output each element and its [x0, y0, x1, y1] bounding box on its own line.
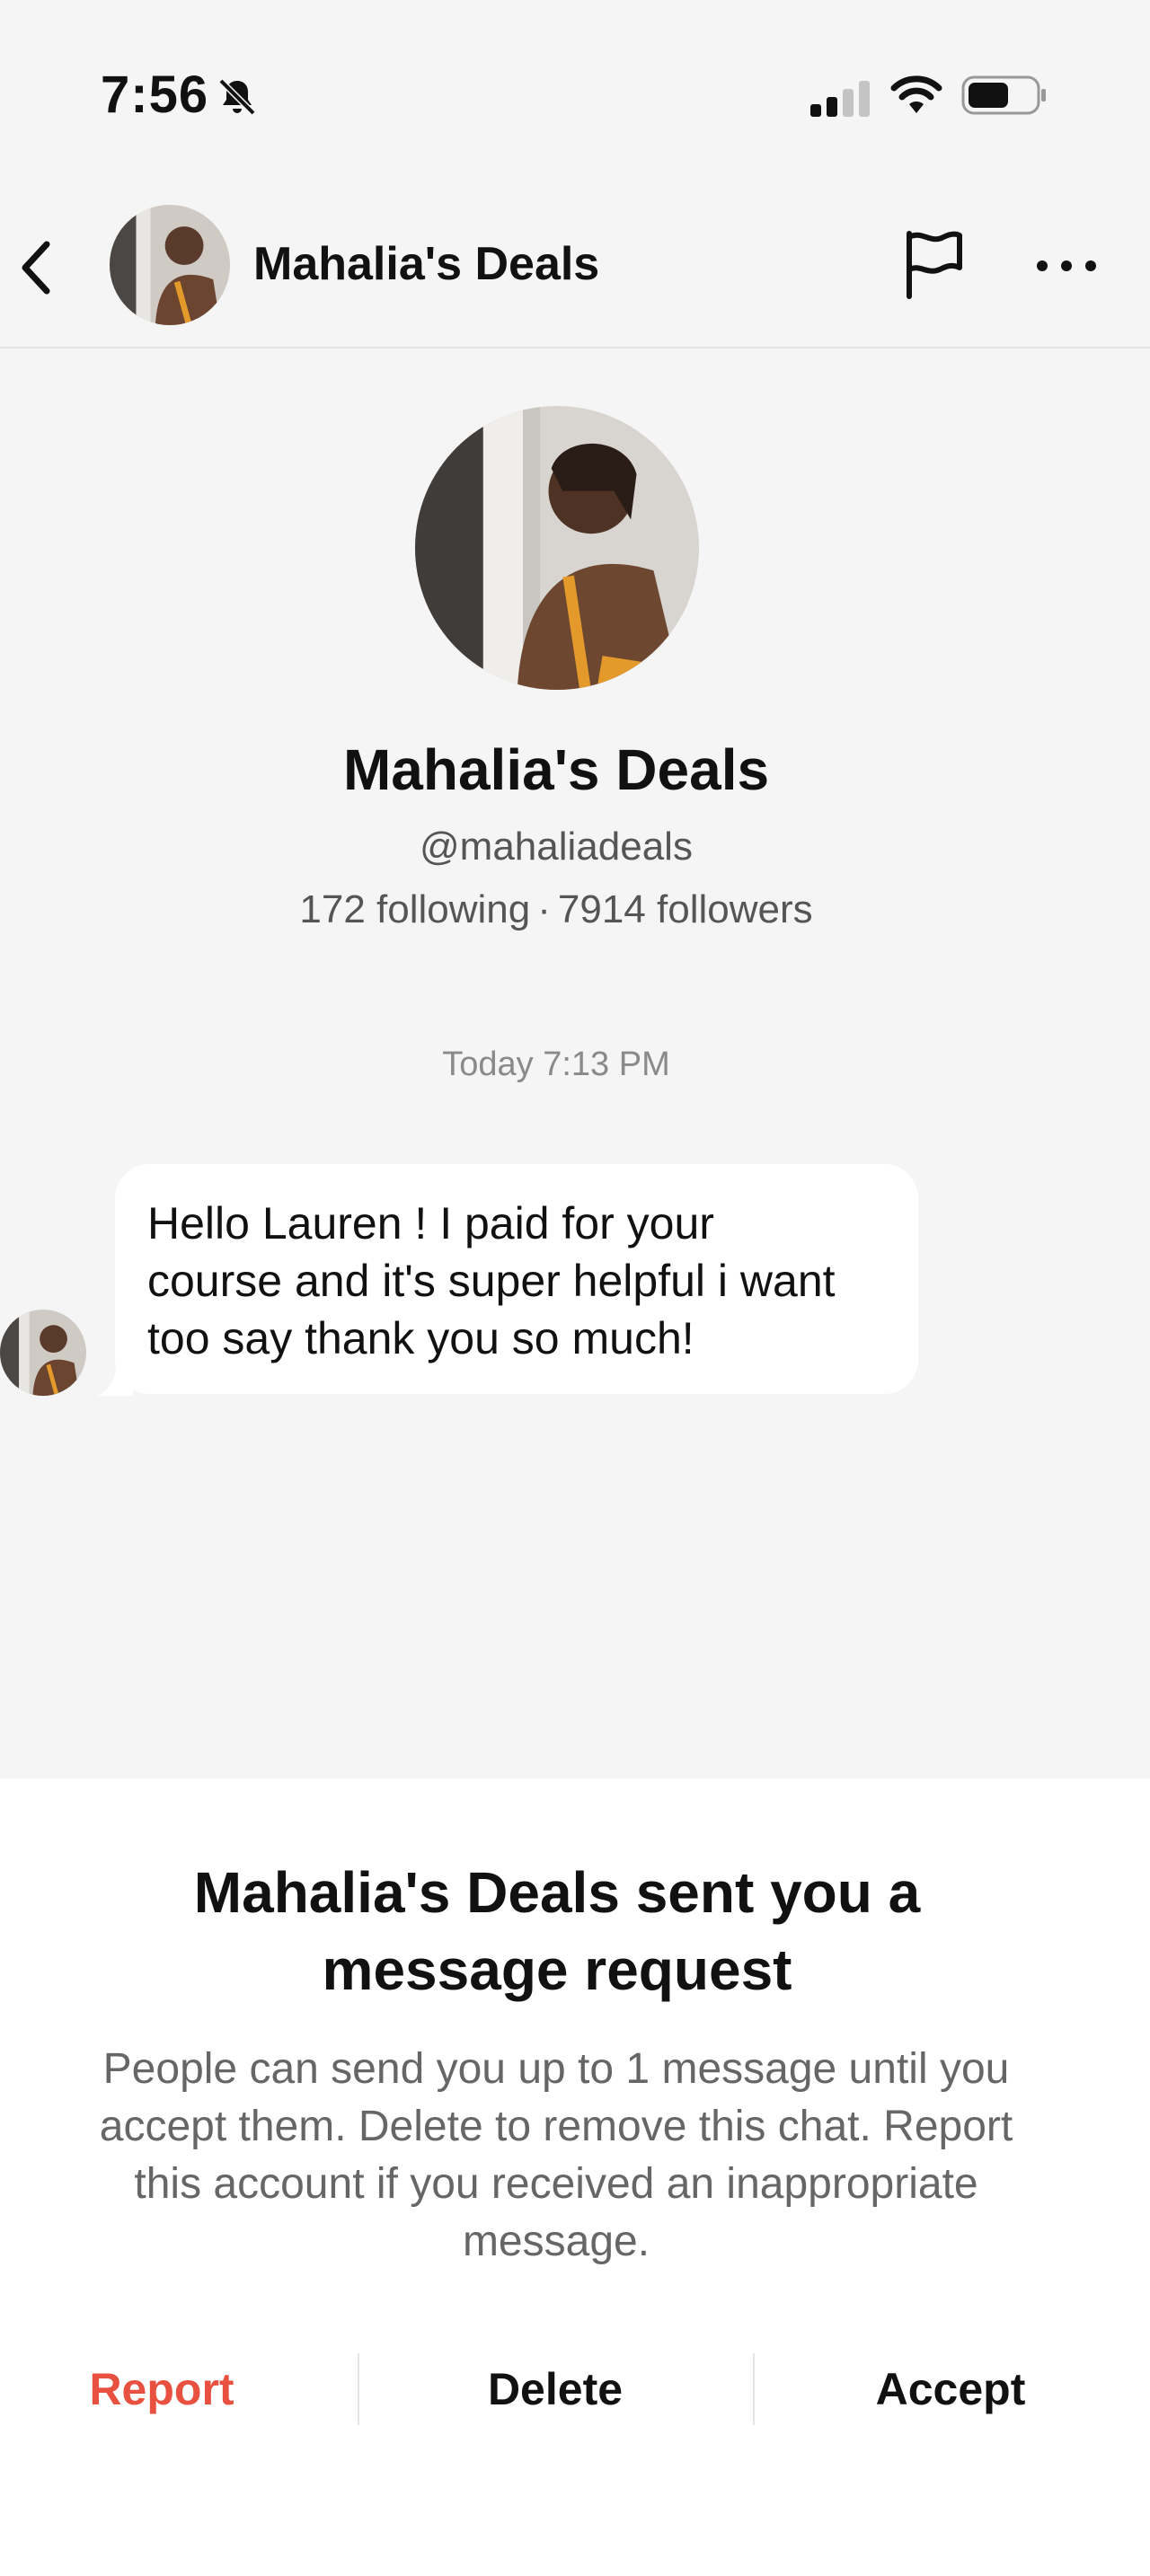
bell-slash-icon — [218, 78, 256, 116]
status-time: 7:56 — [101, 66, 209, 124]
avatar[interactable] — [110, 205, 230, 325]
following-count[interactable]: 172 following — [299, 887, 530, 931]
profile-handle: @mahaliadeals — [420, 825, 693, 869]
request-description-line: message. — [462, 2218, 650, 2265]
message-line: too say thank you so much! — [147, 1313, 694, 1363]
request-description-line: People can send you up to 1 message unti… — [102, 2045, 1010, 2093]
profile-avatar[interactable] — [415, 406, 699, 690]
back-icon[interactable] — [13, 235, 58, 300]
message-line: Hello Lauren ! I paid for your — [147, 1198, 714, 1248]
profile-name: Mahalia's Deals — [342, 737, 770, 802]
request-title-line: Mahalia's Deals sent you a — [193, 1860, 921, 1925]
request-description-line: accept them. Delete to remove this chat.… — [99, 2103, 1013, 2150]
divider — [358, 2353, 359, 2425]
followers-count[interactable]: 7914 followers — [558, 887, 813, 931]
divider — [753, 2353, 755, 2425]
more-icon[interactable] — [1035, 255, 1098, 277]
delete-button[interactable]: Delete — [411, 2353, 699, 2425]
profile-stats: 172 following · 7914 followers — [0, 887, 1112, 932]
report-button[interactable]: Report — [36, 2353, 288, 2425]
flag-icon[interactable] — [902, 228, 967, 300]
battery-icon — [961, 75, 1046, 115]
message-bubble[interactable]: Hello Lauren ! I paid for your course an… — [115, 1164, 918, 1394]
status-bar: 7:56 — [0, 0, 1150, 189]
page-title: Mahalia's Deals — [253, 238, 600, 290]
message-request-sheet: Mahalia's Deals sent you a message reque… — [0, 1778, 1150, 2576]
message-avatar[interactable] — [0, 1310, 86, 1396]
request-title-line: message request — [322, 1937, 792, 2002]
stat-separator: · — [537, 887, 551, 931]
message-timestamp: Today 7:13 PM — [442, 1045, 670, 1083]
signal-icon — [810, 81, 870, 117]
chat-header: Mahalia's Deals — [0, 189, 1150, 348]
message-line: course and it's super helpful i want — [147, 1256, 836, 1306]
accept-button[interactable]: Accept — [825, 2353, 1076, 2425]
wifi-icon — [890, 75, 942, 113]
request-description: People can send you up to 1 message unti… — [54, 2041, 1058, 2271]
request-title: Mahalia's Deals sent you a message reque… — [108, 1854, 1006, 2008]
request-actions: Report Delete Accept — [0, 2353, 1150, 2425]
request-description-line: this account if you received an inapprop… — [134, 2160, 978, 2208]
